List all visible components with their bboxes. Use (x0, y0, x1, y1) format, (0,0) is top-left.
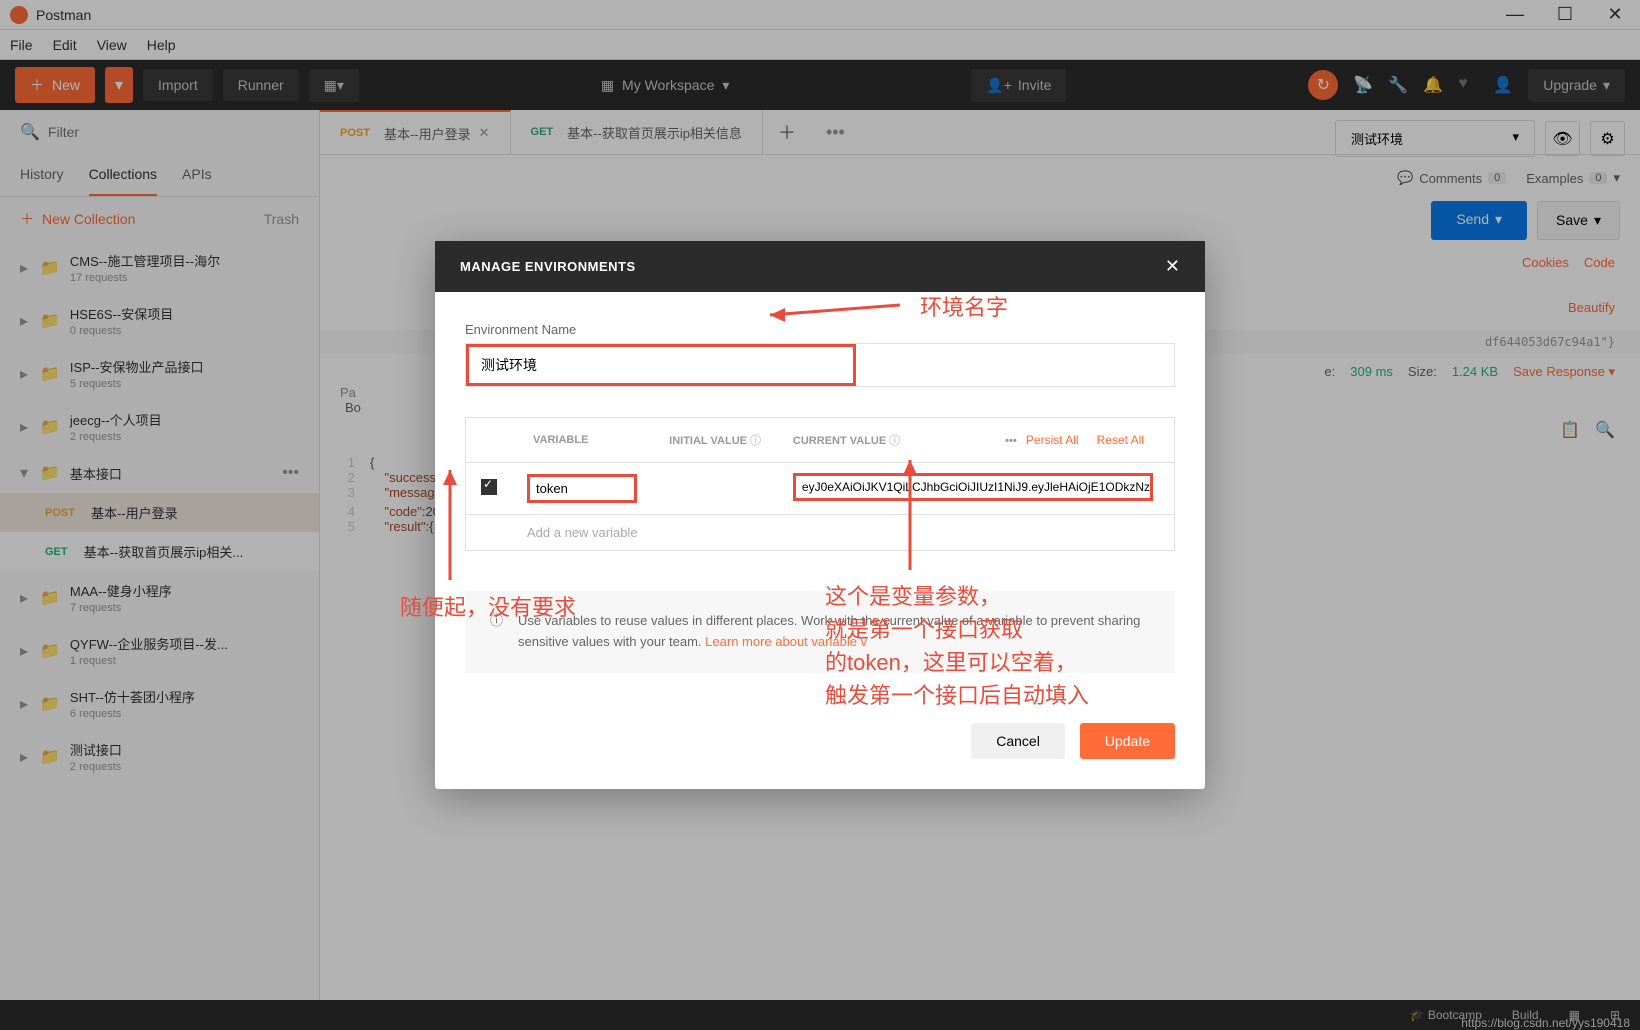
variable-cell[interactable]: token (512, 463, 654, 515)
col-current: CURRENT VALUE ⓘ (778, 418, 947, 463)
env-name-label: Environment Name (465, 322, 1175, 337)
initial-value-cell[interactable] (654, 463, 778, 515)
watermark: https://blog.csdn.net/yys190418 (1461, 1016, 1630, 1030)
hint-box: ⓘ Use variables to reuse values in diffe… (465, 591, 1175, 673)
modal-overlay: MANAGE ENVIRONMENTS ✕ Environment Name P… (0, 0, 1640, 1030)
modal-title: MANAGE ENVIRONMENTS (460, 259, 1165, 274)
col-variable: VARIABLE (512, 418, 654, 463)
checkbox[interactable] (481, 479, 497, 495)
cancel-button[interactable]: Cancel (971, 723, 1065, 759)
reset-all-button[interactable]: Reset All (1097, 433, 1144, 447)
persist-all-button[interactable]: Persist All (1026, 433, 1079, 447)
env-name-input[interactable] (466, 344, 856, 386)
info-icon: ⓘ (490, 611, 503, 653)
update-button[interactable]: Update (1080, 723, 1175, 759)
manage-environments-modal: MANAGE ENVIRONMENTS ✕ Environment Name P… (435, 241, 1205, 789)
variables-table: VARIABLE INITIAL VALUE ⓘ CURRENT VALUE ⓘ… (465, 417, 1175, 551)
col-initial: INITIAL VALUE ⓘ (654, 418, 778, 463)
hint-link[interactable]: Learn more about variable v (705, 634, 867, 649)
close-icon[interactable]: ✕ (1165, 256, 1180, 277)
para-label: Pa (340, 385, 356, 400)
add-variable-row[interactable]: Add a new variable (512, 515, 1175, 551)
current-value-cell[interactable]: eyJ0eXAiOiJKV1QiLCJhbGciOiJIUzI1NiJ9.eyJ… (778, 463, 1175, 515)
